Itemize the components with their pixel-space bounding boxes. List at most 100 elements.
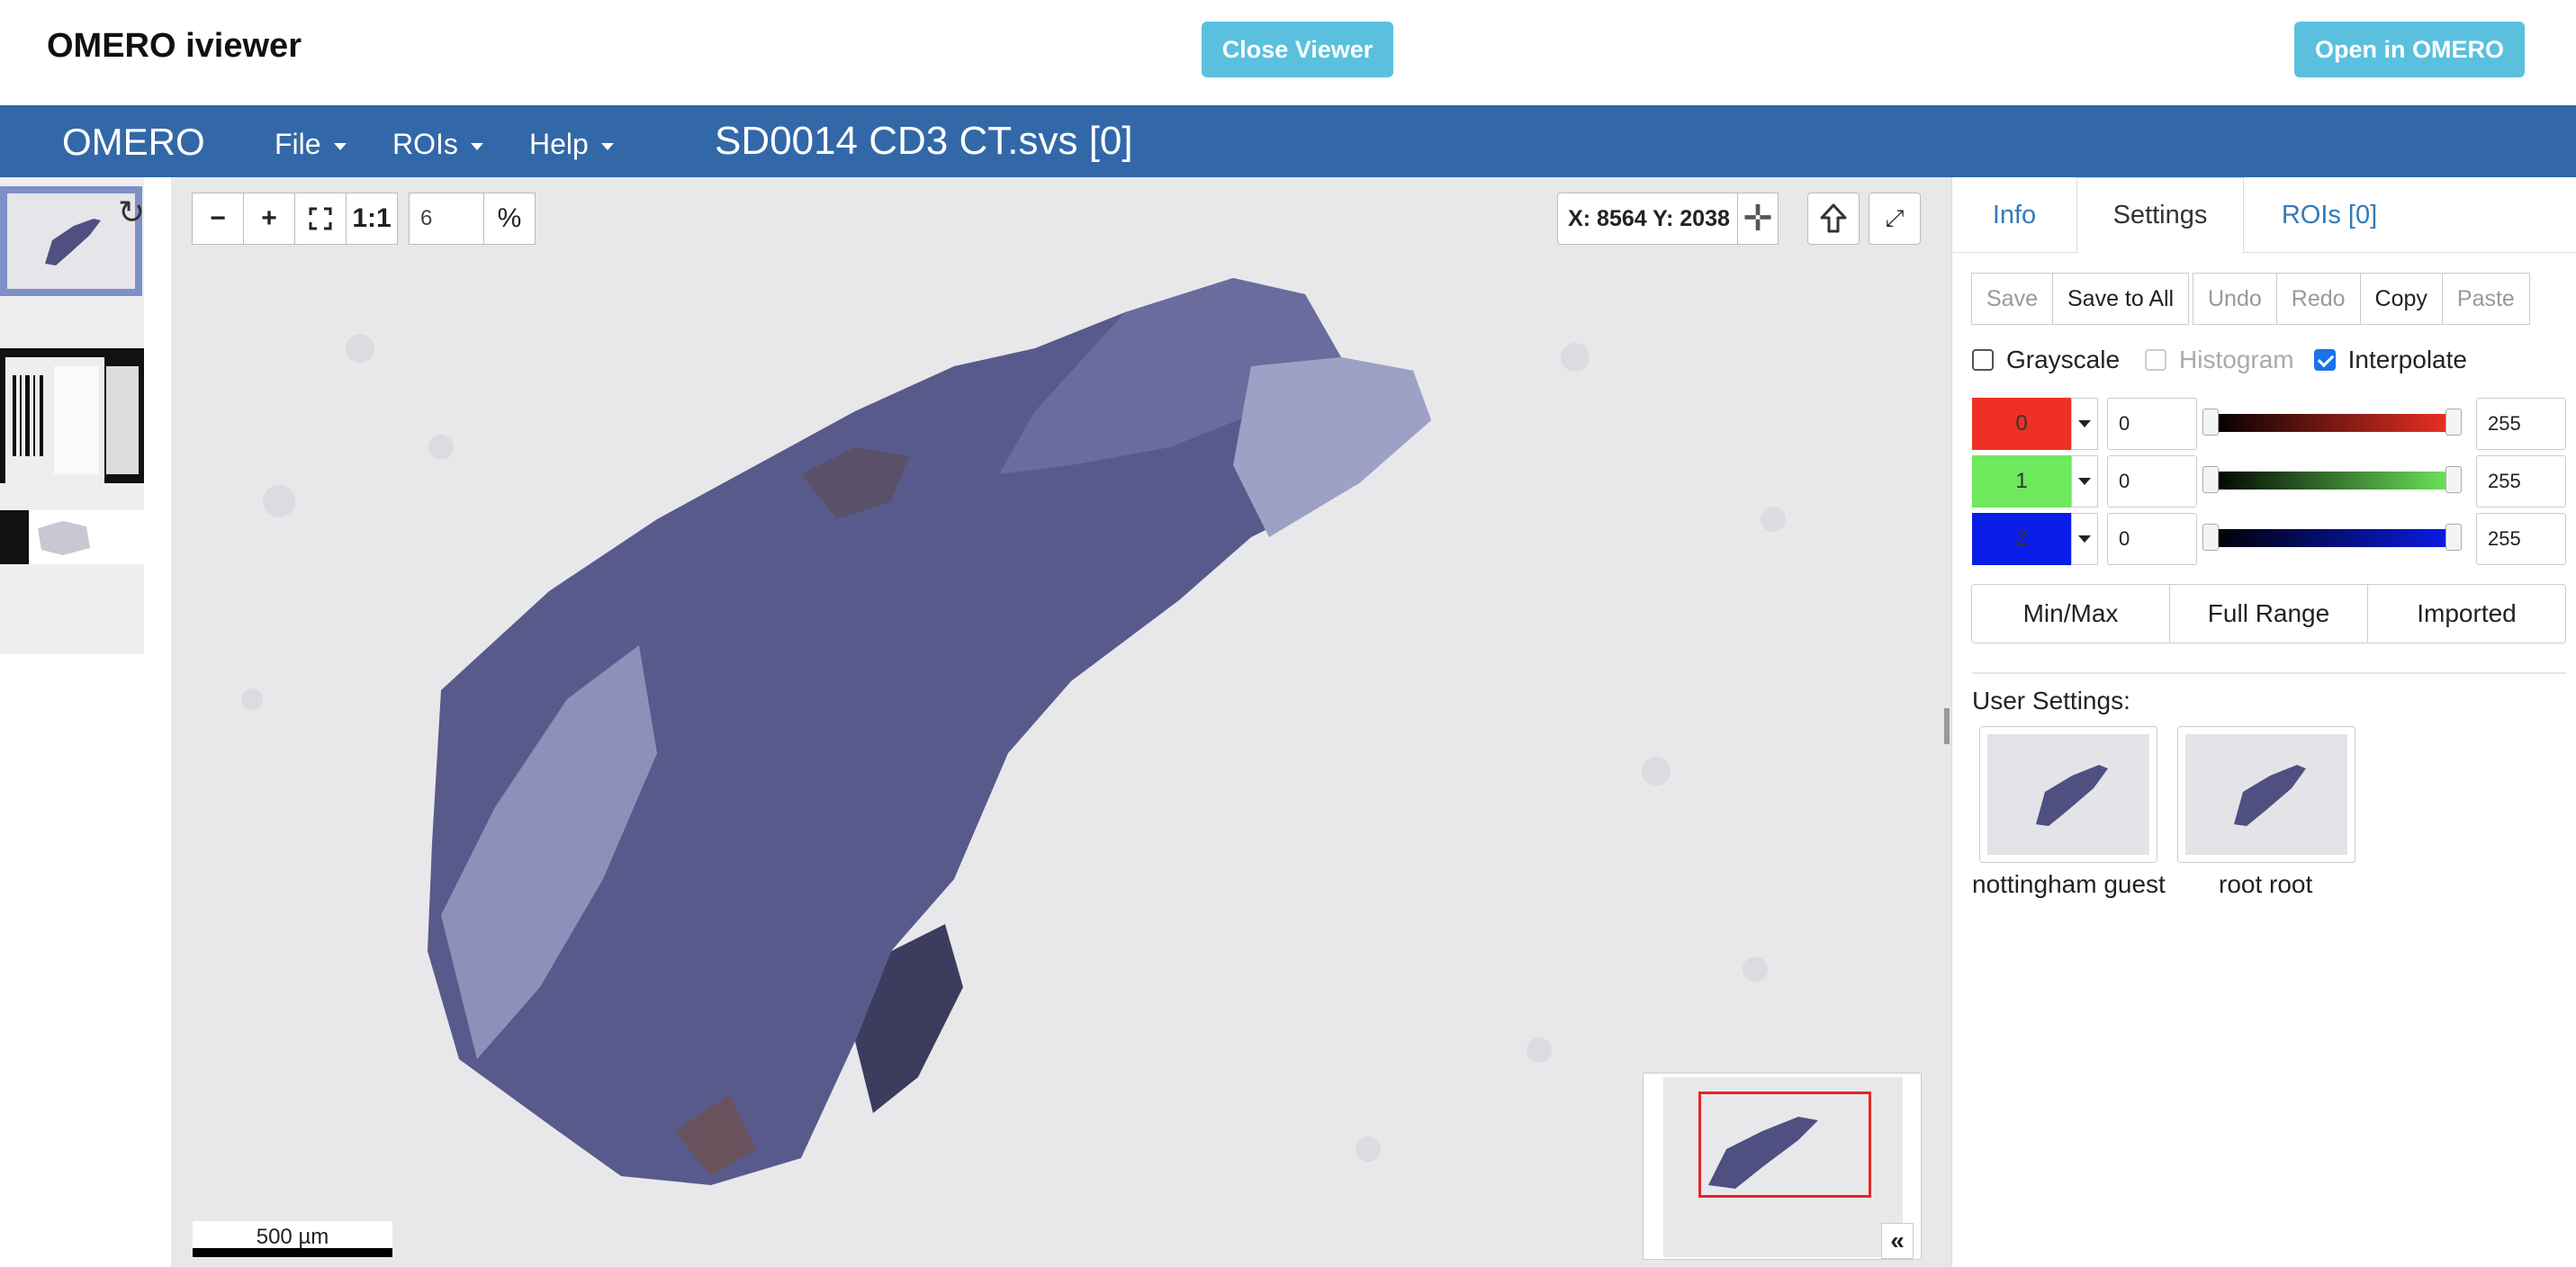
slider-max-handle[interactable] xyxy=(2445,409,2462,436)
thumbnail-macro[interactable] xyxy=(0,510,144,564)
user-setting-card[interactable] xyxy=(2177,726,2355,863)
caret-down-icon xyxy=(600,142,614,150)
thumbnail-panel: ↻ xyxy=(0,177,145,654)
channel-color-button[interactable]: 2 xyxy=(1972,513,2071,565)
channel-row: 2 0 255 xyxy=(1972,513,2566,565)
open-in-omero-button[interactable]: Open in OMERO xyxy=(2294,22,2525,77)
crosshair-icon[interactable]: ✛ xyxy=(1737,193,1779,245)
copy-button[interactable]: Copy xyxy=(2359,273,2443,325)
slider-min-handle[interactable] xyxy=(2202,466,2219,493)
grayscale-checkbox[interactable] xyxy=(1972,349,1994,371)
channel-color-button[interactable]: 0 xyxy=(1972,398,2071,450)
save-button-group: Save Save to All xyxy=(1971,273,2190,325)
interpolate-checkbox[interactable] xyxy=(2313,349,2336,371)
scale-bar-label: 500 µm xyxy=(256,1225,329,1249)
zoom-in-button[interactable]: + xyxy=(243,193,295,245)
channel-max-input[interactable]: 255 xyxy=(2476,513,2566,565)
overview-viewport-rect[interactable] xyxy=(1698,1092,1871,1198)
zoom-percent-unit: % xyxy=(483,193,536,245)
fit-to-screen-button[interactable] xyxy=(294,193,347,245)
channel-min-input[interactable]: 0 xyxy=(2107,513,2197,565)
zoom-percent-input[interactable]: 6 xyxy=(409,193,484,245)
channel-dropdown[interactable] xyxy=(2071,513,2098,565)
min-max-button[interactable]: Min/Max xyxy=(1971,584,2170,643)
full-range-button[interactable]: Full Range xyxy=(2169,584,2368,643)
interpolate-label: Interpolate xyxy=(2347,346,2467,373)
arrow-up-icon xyxy=(1820,203,1847,233)
help-menu[interactable]: Help xyxy=(529,128,614,161)
rois-menu[interactable]: ROIs xyxy=(392,128,483,161)
imported-button[interactable]: Imported xyxy=(2367,584,2566,643)
grayscale-label: Grayscale xyxy=(2006,346,2121,373)
fullscreen-icon: ⤢ xyxy=(1885,204,1905,231)
tab-settings[interactable]: Settings xyxy=(2076,177,2244,254)
redo-button[interactable]: Redo xyxy=(2275,273,2361,325)
histogram-checkbox[interactable] xyxy=(2145,349,2167,371)
top-bar: OMERO iviewer Close Viewer Open in OMERO xyxy=(0,0,2576,105)
tab-rois[interactable]: ROIs [0] xyxy=(2244,177,2415,253)
fullscreen-button[interactable]: ⤢ xyxy=(1869,193,1921,245)
slider-min-handle[interactable] xyxy=(2202,524,2219,551)
omero-brand[interactable]: OMERO xyxy=(62,121,205,164)
app-title: OMERO iviewer xyxy=(47,27,302,65)
channel-max-input[interactable]: 255 xyxy=(2476,398,2566,450)
histogram-label: Histogram xyxy=(2179,346,2294,373)
user-setting-card[interactable] xyxy=(1979,726,2157,863)
panel-tabs: Info Settings ROIs [0] xyxy=(1952,177,2576,254)
channel-max-input[interactable]: 255 xyxy=(2476,455,2566,508)
overview-map[interactable] xyxy=(1643,1073,1922,1260)
image-title: SD0014 CD3 CT.svs [0] xyxy=(715,119,1133,163)
cursor-coordinates: X: 8564 Y: 2038 xyxy=(1557,193,1741,245)
slider-min-handle[interactable] xyxy=(2202,409,2219,436)
home-button[interactable] xyxy=(1807,193,1860,245)
user-setting-name: nottingham guest xyxy=(1972,870,2166,898)
zoom-out-button[interactable]: − xyxy=(192,193,244,245)
channel-range-slider[interactable] xyxy=(2202,409,2462,436)
expand-icon xyxy=(309,207,332,230)
refresh-icon[interactable]: ↻ xyxy=(113,193,149,230)
caret-down-icon xyxy=(2078,535,2091,543)
image-viewer[interactable]: − + 1:1 6 % X: 8564 Y: 2038 ✛ ⤢ 500 µm « xyxy=(171,177,1951,1267)
file-menu-label: File xyxy=(275,128,321,160)
caret-down-icon xyxy=(333,142,347,150)
channel-color-button[interactable]: 1 xyxy=(1972,455,2071,508)
file-menu[interactable]: File xyxy=(275,128,347,161)
rois-menu-label: ROIs xyxy=(392,128,458,160)
paste-button[interactable]: Paste xyxy=(2441,273,2530,325)
channel-min-input[interactable]: 0 xyxy=(2107,455,2197,508)
channel-range-slider[interactable] xyxy=(2202,524,2462,551)
channel-range-slider[interactable] xyxy=(2202,466,2462,493)
panel-resize-handle[interactable] xyxy=(1944,708,1950,744)
divider xyxy=(1972,672,2566,674)
scale-bar-line xyxy=(193,1248,392,1257)
slider-max-handle[interactable] xyxy=(2445,524,2462,551)
actual-size-button[interactable]: 1:1 xyxy=(346,193,398,245)
user-setting-thumbnail xyxy=(1987,734,2149,855)
channel-dropdown[interactable] xyxy=(2071,398,2098,450)
scale-bar: 500 µm xyxy=(193,1221,392,1257)
render-options: Grayscale Histogram Interpolate xyxy=(1972,346,2467,374)
overview-image xyxy=(1663,1077,1903,1257)
undo-button[interactable]: Undo xyxy=(2193,273,2277,325)
edit-button-group: Undo Redo Copy Paste xyxy=(2193,273,2530,325)
close-viewer-button[interactable]: Close Viewer xyxy=(1202,22,1393,77)
user-setting-thumbnail xyxy=(2185,734,2347,855)
channel-min-input[interactable]: 0 xyxy=(2107,398,2197,450)
range-button-group: Min/Max Full Range Imported xyxy=(1971,584,2566,643)
user-setting-name: root root xyxy=(2219,870,2313,898)
channel-dropdown[interactable] xyxy=(2071,455,2098,508)
caret-down-icon xyxy=(470,142,483,150)
navbar: OMERO File ROIs Help SD0014 CD3 CT.svs [… xyxy=(0,105,2576,177)
slide-label-image xyxy=(0,348,144,483)
slider-max-handle[interactable] xyxy=(2445,466,2462,493)
settings-panel: Info Settings ROIs [0] Save Save to All … xyxy=(1951,177,2576,1267)
save-to-all-button[interactable]: Save to All xyxy=(2051,273,2190,325)
overview-toggle-button[interactable]: « xyxy=(1881,1223,1914,1259)
thumbnail-label[interactable] xyxy=(0,348,144,483)
channel-row: 1 0 255 xyxy=(1972,455,2566,508)
caret-down-icon xyxy=(2078,478,2091,485)
save-button[interactable]: Save xyxy=(1971,273,2053,325)
tab-info[interactable]: Info xyxy=(1952,177,2076,253)
caret-down-icon xyxy=(2078,420,2091,427)
help-menu-label: Help xyxy=(529,128,589,160)
